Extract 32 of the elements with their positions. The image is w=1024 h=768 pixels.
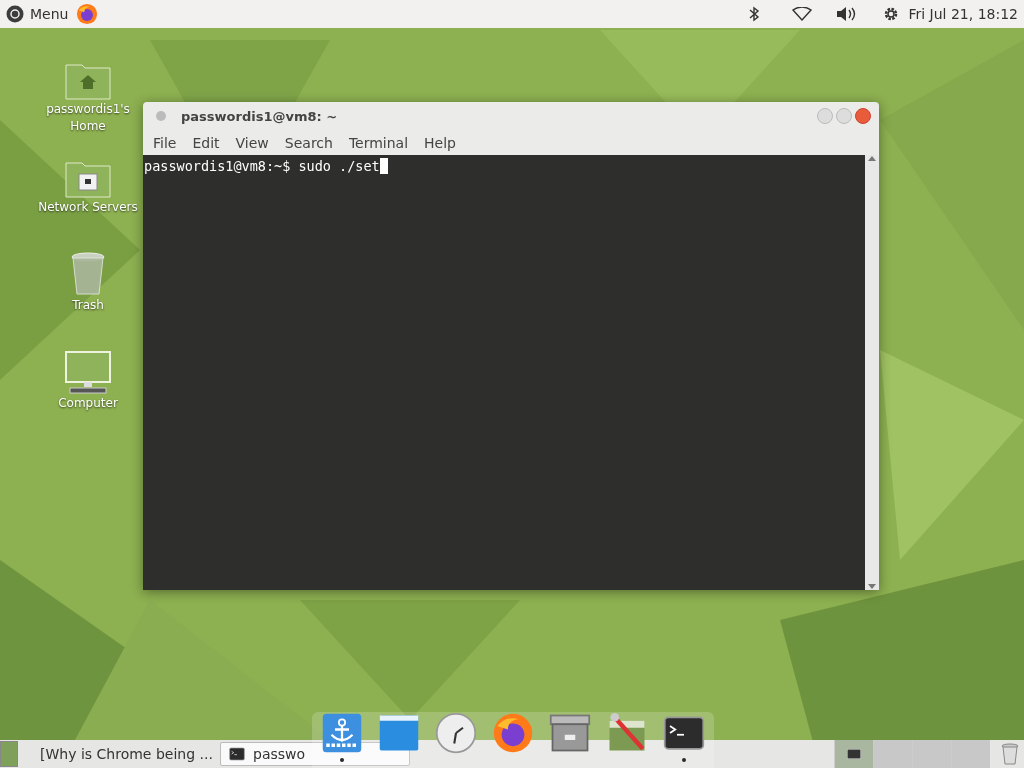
cabinet-icon[interactable] bbox=[549, 712, 591, 754]
clock-icon[interactable] bbox=[435, 712, 477, 754]
firefox-icon[interactable] bbox=[492, 712, 534, 754]
workspace-button[interactable] bbox=[834, 740, 873, 768]
window-title: passwordis1@vm8: ~ bbox=[181, 108, 338, 124]
trash-icon[interactable] bbox=[1000, 743, 1020, 765]
computer-icon[interactable] bbox=[64, 351, 112, 395]
home-folder-icon[interactable] bbox=[64, 61, 112, 101]
scrollbar[interactable] bbox=[865, 155, 879, 590]
terminal-text: passwordis1@vm8:~$ sudo ./set bbox=[144, 158, 380, 174]
terminal-icon bbox=[229, 746, 245, 762]
bluetooth-icon[interactable] bbox=[748, 6, 761, 22]
scroll-down-icon[interactable] bbox=[868, 584, 876, 590]
trash-icon[interactable] bbox=[68, 251, 108, 297]
clock-text[interactable]: Fri Jul 21, 18:12 bbox=[908, 6, 1018, 22]
taskbar-button[interactable]: [Why is Chrome being ... bbox=[24, 742, 214, 766]
menu-item[interactable]: Edit bbox=[184, 134, 228, 151]
menu-item[interactable]: Help bbox=[416, 134, 464, 151]
network-folder-icon[interactable] bbox=[64, 159, 112, 199]
cursor bbox=[379, 158, 388, 174]
menu-item[interactable]: Search bbox=[276, 134, 341, 151]
menu-label[interactable]: Menu bbox=[30, 6, 69, 22]
firefox-icon[interactable] bbox=[76, 3, 99, 25]
menu-item[interactable]: View bbox=[227, 134, 277, 151]
menu-item[interactable]: Terminal bbox=[340, 134, 417, 151]
menu-item[interactable]: File bbox=[145, 134, 185, 151]
window-thumbnail-icon bbox=[847, 749, 861, 759]
menu-logo-icon[interactable] bbox=[6, 5, 24, 23]
wifi-icon[interactable] bbox=[792, 7, 813, 21]
window-dot-icon[interactable] bbox=[155, 110, 167, 122]
close-button[interactable] bbox=[855, 108, 871, 124]
scroll-up-icon[interactable] bbox=[868, 155, 876, 161]
